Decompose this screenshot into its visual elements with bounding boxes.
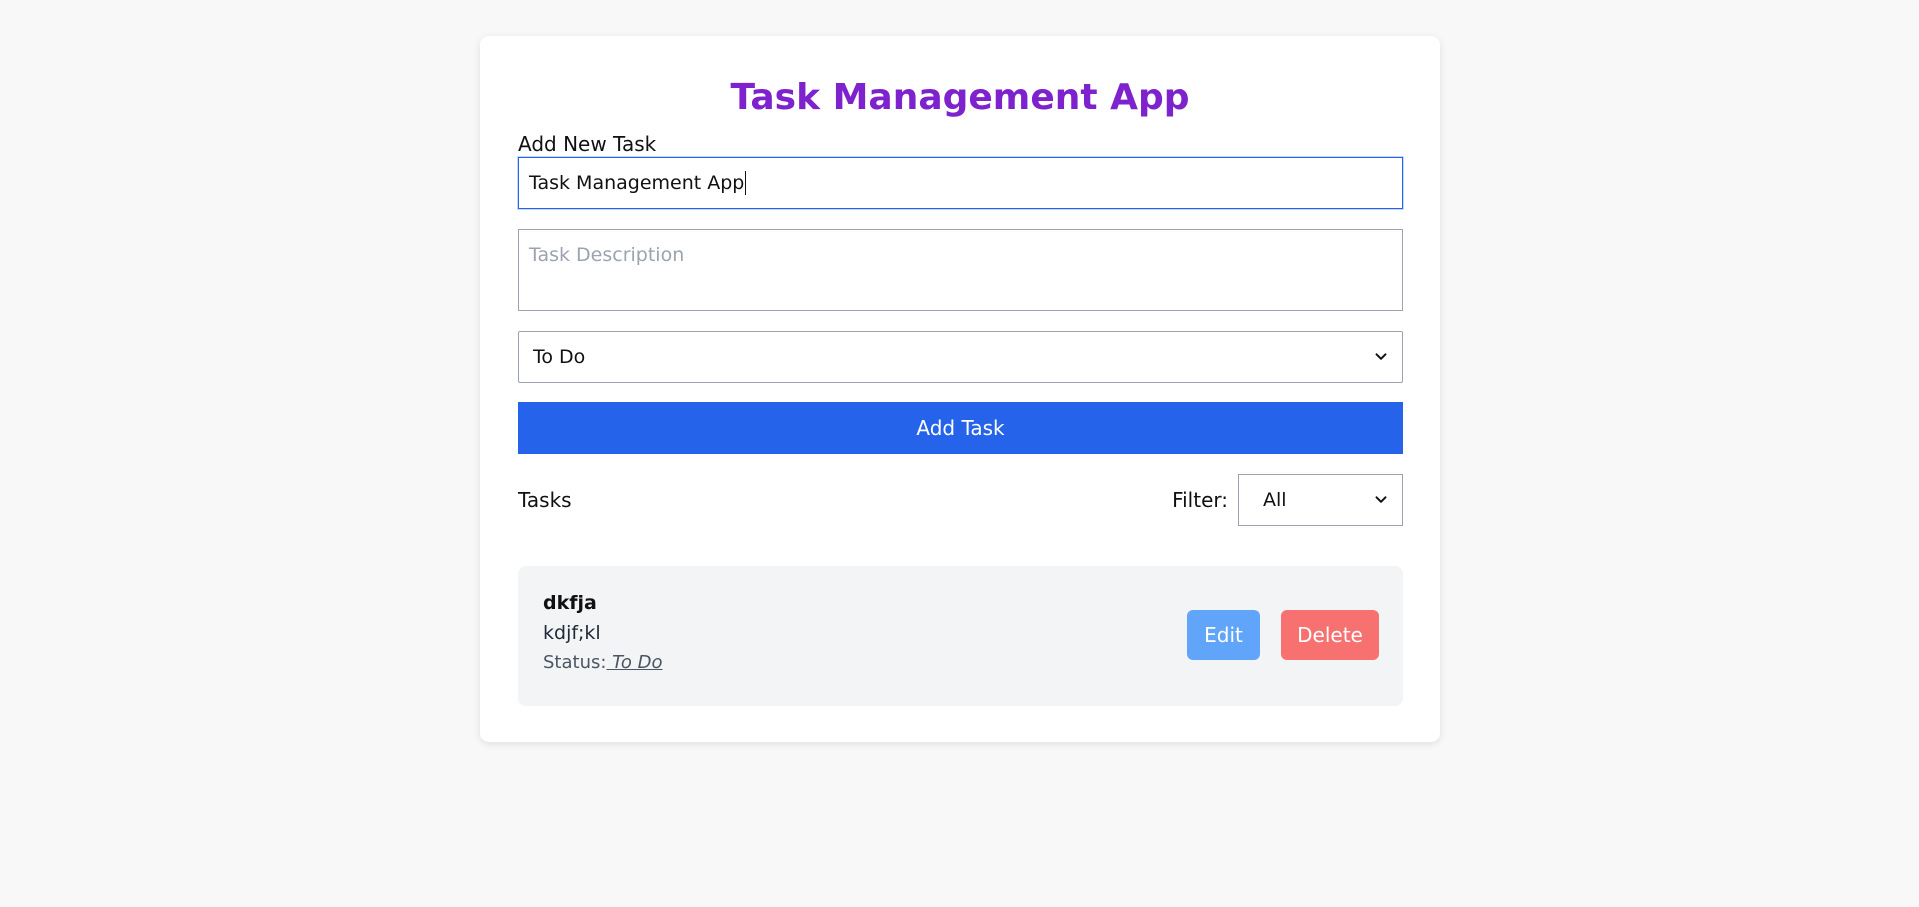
status-select-value: To Do <box>533 346 586 368</box>
delete-button[interactable]: Delete <box>1281 610 1379 660</box>
chevron-down-icon <box>1375 496 1387 503</box>
task-item-status: Status: To Do <box>543 652 663 673</box>
task-title-value: Task Management App <box>529 172 745 194</box>
text-caret <box>745 171 747 195</box>
task-title-input[interactable]: Task Management App <box>518 157 1403 209</box>
task-item-title: dkfja <box>543 592 597 614</box>
filter-label: Filter: <box>1172 488 1228 512</box>
filter-select[interactable]: All <box>1238 474 1403 526</box>
task-item: dkfja kdjf;kl Status: To Do Edit Delete <box>518 566 1403 706</box>
status-select[interactable]: To Do <box>518 331 1403 383</box>
add-task-label: Add New Task <box>518 132 657 156</box>
add-task-button[interactable]: Add Task <box>518 402 1403 454</box>
task-item-status-value: To Do <box>606 652 663 673</box>
app-card: Task Management App Add New Task Task Ma… <box>480 36 1440 742</box>
page-title: Task Management App <box>730 77 1190 118</box>
task-description-textarea[interactable]: Task Description <box>518 229 1403 311</box>
chevron-down-icon <box>1375 353 1387 360</box>
filter-select-value: All <box>1263 489 1287 511</box>
task-item-status-label: Status: <box>543 652 607 673</box>
tasks-header: Tasks Filter: All <box>518 474 1403 526</box>
task-description-placeholder: Task Description <box>529 244 685 266</box>
filter-group: Filter: All <box>1172 474 1403 526</box>
edit-button[interactable]: Edit <box>1187 610 1260 660</box>
tasks-heading: Tasks <box>518 488 572 512</box>
task-item-description: kdjf;kl <box>543 622 601 644</box>
